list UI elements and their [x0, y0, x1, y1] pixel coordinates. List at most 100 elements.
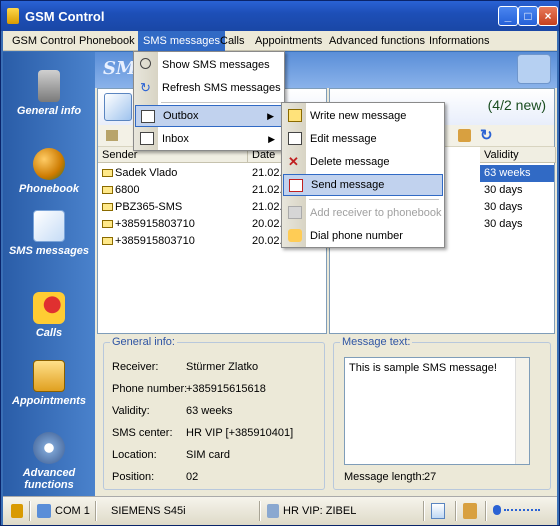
- sidebar: General info Phonebook SMS messages Call…: [3, 52, 95, 496]
- menu-advanced-functions[interactable]: Advanced functions: [324, 31, 430, 51]
- message-count: (4/2 new): [487, 97, 546, 113]
- message-body: This is sample SMS message!: [349, 362, 497, 374]
- device-status: SIEMENS S45i: [111, 505, 186, 517]
- sms-icon: [102, 169, 113, 177]
- menu-gsm-control[interactable]: GSM Control: [7, 31, 81, 51]
- sidebar-item-appointments[interactable]: Appointments: [3, 360, 95, 407]
- menu-item-refresh-sms[interactable]: ↻ Refresh SMS messages: [135, 77, 283, 99]
- menu-item-label: Delete message: [310, 156, 390, 168]
- menu-item-show-sms[interactable]: Show SMS messages: [135, 54, 283, 76]
- app-icon: [7, 8, 19, 24]
- sidebar-item-calls[interactable]: Calls: [3, 292, 95, 339]
- field-label: SMS center:: [112, 427, 173, 439]
- menu-appointments[interactable]: Appointments: [250, 31, 327, 51]
- envelope-icon: [517, 54, 551, 84]
- sender-cell: +385915803710: [115, 235, 195, 247]
- menu-phonebook[interactable]: Phonebook: [74, 31, 140, 51]
- menu-item-label: Add receiver to phonebook: [310, 207, 442, 219]
- sender-cell: 6800: [115, 184, 140, 196]
- status-separator: [29, 501, 31, 521]
- inbox-icon: [104, 93, 132, 121]
- sidebar-item-advanced-functions[interactable]: Advanced functions: [3, 432, 95, 491]
- minimize-button[interactable]: _: [498, 6, 518, 26]
- sidebar-item-general-info[interactable]: General info: [3, 70, 95, 117]
- menu-item-add-receiver-to-phonebook[interactable]: Add receiver to phonebook: [283, 202, 443, 224]
- magnifier-icon: [140, 58, 151, 69]
- network-icon: [267, 504, 279, 518]
- sender-cell: +385915803710: [115, 218, 195, 230]
- menu-item-label: Show SMS messages: [162, 59, 270, 71]
- sidebar-item-sms-messages[interactable]: SMS messages: [3, 210, 95, 257]
- title-bar[interactable]: GSM Control _ □ ×: [1, 1, 559, 31]
- date-cell: 20.02.: [252, 218, 283, 230]
- refresh-icon[interactable]: ↻: [480, 126, 493, 144]
- sms-center-value: HR VIP [+385910401]: [186, 427, 294, 439]
- status-separator: [259, 501, 261, 521]
- menu-item-write-new-message[interactable]: Write new message: [283, 105, 443, 127]
- field-label: Position:: [112, 471, 155, 483]
- menu-informations[interactable]: Informations: [424, 31, 495, 51]
- sidebar-item-label: Calls: [35, 327, 63, 339]
- message-length-label: Message length:: [344, 471, 425, 483]
- validity-value: 63 weeks: [186, 405, 233, 417]
- sms-status-icon[interactable]: [431, 503, 445, 519]
- sidebar-item-label: Phonebook: [19, 183, 79, 195]
- app-status-icon: [11, 504, 23, 518]
- status-separator: [455, 501, 457, 521]
- menu-item-label: Edit message: [310, 133, 377, 145]
- sidebar-item-phonebook[interactable]: Phonebook: [3, 148, 95, 195]
- sms-icon: [102, 220, 113, 228]
- menu-item-label: Refresh SMS messages: [162, 82, 281, 94]
- menu-item-inbox[interactable]: Inbox ▶: [135, 128, 283, 150]
- folder-icon[interactable]: [106, 130, 118, 141]
- column-header-validity[interactable]: Validity: [480, 147, 556, 163]
- field-label: Phone number:: [112, 383, 188, 395]
- menu-item-label: Write new message: [310, 110, 407, 122]
- close-button[interactable]: ×: [538, 6, 558, 26]
- port-icon: [37, 504, 51, 518]
- submenu-arrow-icon: ▶: [268, 134, 275, 144]
- sms-icon: [102, 186, 113, 194]
- refresh-icon: ↻: [140, 80, 151, 95]
- validity-cell[interactable]: 30 days: [480, 199, 554, 216]
- maximize-button[interactable]: □: [518, 6, 538, 26]
- network-status: HR VIP: ZIBEL: [283, 505, 357, 517]
- sms-messages-menu: Show SMS messages ↻ Refresh SMS messages…: [133, 51, 285, 151]
- phone-icon: [38, 70, 60, 102]
- message-text-group: Message text: This is sample SMS message…: [333, 336, 551, 490]
- status-separator: [485, 501, 487, 521]
- menu-item-outbox[interactable]: Outbox ▶: [135, 105, 283, 127]
- outbox-icon: [141, 110, 155, 123]
- outbox-submenu: Write new message Edit message ✕ Delete …: [281, 102, 445, 248]
- date-cell: 20.02.: [252, 235, 283, 247]
- dial-icon: [288, 229, 302, 242]
- sms-icon: [102, 237, 113, 245]
- tools-icon: [33, 432, 65, 464]
- people-icon: [33, 148, 65, 180]
- field-label: Location:: [112, 449, 157, 461]
- message-text-area[interactable]: This is sample SMS message!: [344, 357, 530, 465]
- signal-strength-icon: [493, 504, 545, 518]
- date-cell: 21.02.: [252, 184, 283, 196]
- envelope-icon[interactable]: [458, 129, 471, 142]
- date-cell: 21.02.: [252, 201, 283, 213]
- delete-icon: ✕: [288, 154, 299, 169]
- menu-item-edit-message[interactable]: Edit message: [283, 128, 443, 150]
- menu-sms-messages[interactable]: SMS messages: [138, 31, 226, 51]
- field-label: Validity:: [112, 405, 150, 417]
- validity-cell[interactable]: 30 days: [480, 182, 554, 199]
- general-info-group: General info: Receiver: Stürmer Zlatko P…: [103, 336, 325, 490]
- position-value: 02: [186, 471, 199, 483]
- sidebar-item-label: General info: [16, 105, 82, 117]
- validity-cell[interactable]: 63 weeks: [480, 165, 554, 182]
- menu-calls[interactable]: Calls: [215, 31, 249, 51]
- menu-item-send-message[interactable]: Send message: [283, 174, 443, 196]
- validity-cell[interactable]: 30 days: [480, 216, 554, 233]
- sender-cell: Sadek Vlado: [115, 167, 178, 179]
- menu-item-dial-phone-number[interactable]: Dial phone number: [283, 225, 443, 247]
- sidebar-item-label: Appointments: [12, 395, 86, 407]
- menu-item-delete-message[interactable]: ✕ Delete message: [283, 151, 443, 173]
- message-scrollbar[interactable]: [515, 358, 529, 464]
- menu-item-label: Inbox: [162, 133, 189, 145]
- message-text-title: Message text:: [340, 336, 413, 348]
